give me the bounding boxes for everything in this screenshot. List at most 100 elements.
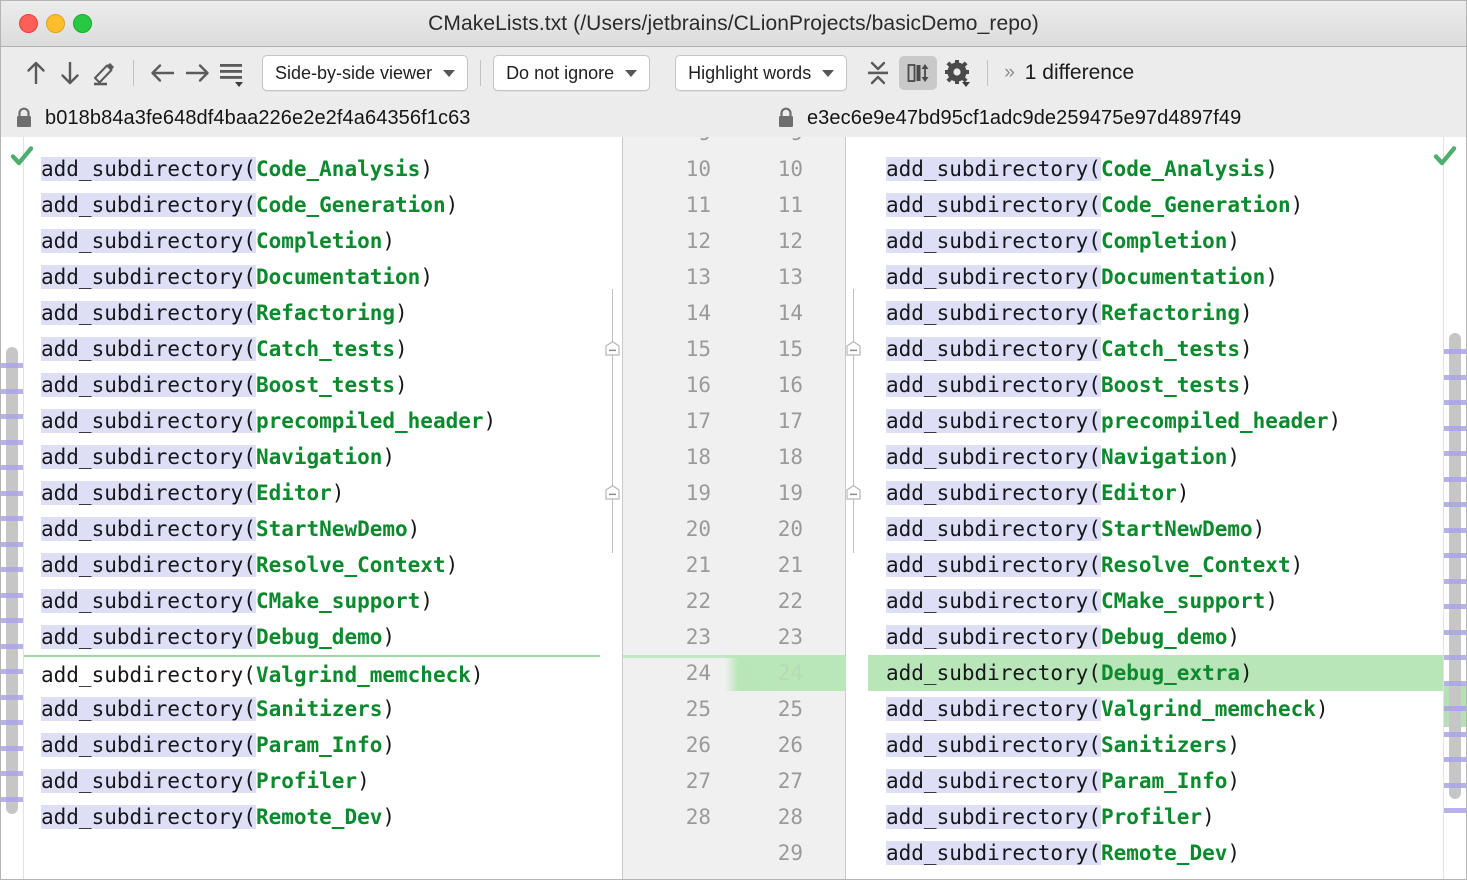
code-line[interactable]: add_subdirectory(Editor) [868, 475, 1444, 511]
toggle-compare-panes-button[interactable] [899, 56, 937, 90]
accept-left-icon[interactable] [146, 56, 180, 90]
code-fold-toggle-icon[interactable] [846, 341, 861, 356]
left-fold-markers[interactable] [605, 137, 621, 879]
right-fold-markers[interactable] [846, 137, 862, 879]
code-line[interactable]: add_subdirectory(Refactoring) [23, 295, 600, 331]
code-line[interactable]: add_subdirectory(Sanitizers) [868, 727, 1444, 763]
code-line[interactable]: add_subdirectory(Param_Info) [868, 763, 1444, 799]
next-difference-icon[interactable] [53, 56, 87, 90]
right-line-number: 16 [741, 367, 803, 403]
right-editor-pane[interactable]: add_subdirectory(Code_Analysis)add_subdi… [845, 137, 1466, 879]
code-line[interactable]: add_subdirectory(precompiled_header) [23, 403, 600, 439]
code-line[interactable]: add_subdirectory(Param_Info) [23, 727, 600, 763]
code-line[interactable]: add_subdirectory(Debug_extra) [868, 655, 1444, 691]
code-line[interactable]: add_subdirectory(Boost_tests) [868, 367, 1444, 403]
code-line[interactable]: add_subdirectory(Code_Analysis) [23, 151, 600, 187]
scrollbar-change-marker [1, 720, 23, 725]
code-line[interactable]: add_subdirectory(StartNewDemo) [23, 511, 600, 547]
accept-right-icon[interactable] [180, 56, 214, 90]
window-title: CMakeLists.txt (/Users/jetbrains/CLionPr… [1, 12, 1466, 36]
code-line[interactable]: add_subdirectory(Catch_tests) [868, 331, 1444, 367]
code-line[interactable]: add_subdirectory(Code_Generation) [868, 187, 1444, 223]
collapse-unchanged-icon[interactable] [861, 56, 895, 90]
scrollbar-change-marker [1444, 757, 1466, 762]
code-line[interactable]: add_subdirectory(Resolve_Context) [868, 547, 1444, 583]
code-line-text: add_subdirectory(CMake_support) [23, 583, 433, 619]
diff-options-menu-icon[interactable] [214, 56, 248, 90]
left-code-lines: add_subdirectory(Code_Analysis)add_subdi… [23, 137, 600, 879]
code-argument: Editor [256, 481, 332, 505]
code-line[interactable]: add_subdirectory(CMake_support) [868, 583, 1444, 619]
code-line[interactable]: add_subdirectory(Remote_Dev) [23, 799, 600, 835]
left-line-number: 12 [649, 223, 711, 259]
code-line[interactable]: add_subdirectory(Remote_Dev) [868, 835, 1444, 871]
code-function-name: add_subdirectory( [41, 337, 256, 361]
code-argument: Documentation [1101, 265, 1265, 289]
code-function-name: add_subdirectory( [886, 337, 1101, 361]
code-line[interactable]: add_subdirectory(Documentation) [868, 259, 1444, 295]
code-line[interactable]: add_subdirectory(CMake_support) [23, 583, 600, 619]
left-scrollbar[interactable] [1, 137, 24, 879]
code-line[interactable]: add_subdirectory(precompiled_header) [868, 403, 1444, 439]
code-line[interactable]: add_subdirectory(Documentation) [23, 259, 600, 295]
code-fold-toggle-icon[interactable] [846, 485, 861, 500]
right-line-number: 23 [741, 619, 803, 655]
code-line[interactable]: add_subdirectory(Debug_demo) [23, 619, 600, 655]
code-line[interactable]: add_subdirectory(Debug_demo) [868, 619, 1444, 655]
code-line[interactable]: add_subdirectory(Valgrind_memcheck) [868, 691, 1444, 727]
code-line[interactable] [23, 835, 600, 871]
code-line-text: add_subdirectory(Debug_demo) [23, 619, 395, 655]
code-line[interactable]: add_subdirectory(Navigation) [23, 439, 600, 475]
highlight-mode-dropdown[interactable]: Highlight words [675, 55, 847, 91]
edit-source-icon[interactable] [87, 56, 121, 90]
code-line-text: add_subdirectory(Boost_tests) [868, 367, 1253, 403]
code-fold-toggle-icon[interactable] [605, 485, 620, 500]
code-argument: Boost_tests [1101, 373, 1240, 397]
right-scrollbar[interactable] [1443, 137, 1466, 879]
left-line-number: 15 [649, 331, 711, 367]
code-line[interactable]: add_subdirectory(Navigation) [868, 439, 1444, 475]
code-line[interactable]: add_subdirectory(Editor) [23, 475, 600, 511]
viewer-mode-dropdown[interactable]: Side-by-side viewer [262, 55, 468, 91]
code-function-name: add_subdirectory( [41, 553, 256, 577]
code-line[interactable]: add_subdirectory(Profiler) [23, 763, 600, 799]
left-line-number: 23 [649, 619, 711, 655]
code-argument: Remote_Dev [1101, 841, 1227, 865]
code-close-paren: ) [1265, 157, 1278, 181]
code-line[interactable]: add_subdirectory(Catch_tests) [23, 331, 600, 367]
code-line[interactable] [868, 137, 1444, 151]
code-line[interactable]: add_subdirectory(Completion) [868, 223, 1444, 259]
ignore-mode-dropdown[interactable]: Do not ignore [493, 55, 650, 91]
code-line[interactable] [23, 137, 600, 151]
gutter-row: 2020 [623, 511, 845, 547]
left-line-number: 25 [649, 691, 711, 727]
code-line-text: add_subdirectory(Code_Generation) [23, 187, 458, 223]
left-line-number: 21 [649, 547, 711, 583]
code-line[interactable]: add_subdirectory(Sanitizers) [23, 691, 600, 727]
code-line[interactable]: add_subdirectory(Code_Analysis) [868, 151, 1444, 187]
code-line[interactable]: add_subdirectory(Refactoring) [868, 295, 1444, 331]
code-line[interactable]: add_subdirectory(Code_Generation) [23, 187, 600, 223]
maximize-button[interactable] [73, 14, 92, 33]
code-fold-toggle-icon[interactable] [605, 341, 620, 356]
code-line[interactable]: add_subdirectory(Profiler) [868, 799, 1444, 835]
left-editor-pane[interactable]: add_subdirectory(Code_Analysis)add_subdi… [1, 137, 623, 879]
code-line[interactable]: add_subdirectory(Valgrind_memcheck) [23, 655, 600, 693]
left-line-number: 9 [649, 137, 711, 151]
more-options-icon[interactable]: » [1004, 62, 1013, 84]
close-button[interactable] [19, 14, 38, 33]
scrollbar-change-marker [1, 644, 23, 649]
code-close-paren: ) [1329, 409, 1342, 433]
settings-gear-icon[interactable] [941, 56, 975, 90]
code-argument: Editor [1101, 481, 1177, 505]
code-line[interactable]: add_subdirectory(Resolve_Context) [23, 547, 600, 583]
scrollbar-change-marker [1, 771, 23, 776]
previous-difference-icon[interactable] [19, 56, 53, 90]
code-argument: Debug_extra [1101, 661, 1240, 685]
code-line[interactable]: add_subdirectory(Completion) [23, 223, 600, 259]
code-line[interactable]: add_subdirectory(StartNewDemo) [868, 511, 1444, 547]
code-argument: Catch_tests [256, 337, 395, 361]
minimize-button[interactable] [46, 14, 65, 33]
code-line[interactable]: add_subdirectory(Boost_tests) [23, 367, 600, 403]
code-close-paren: ) [1253, 517, 1266, 541]
